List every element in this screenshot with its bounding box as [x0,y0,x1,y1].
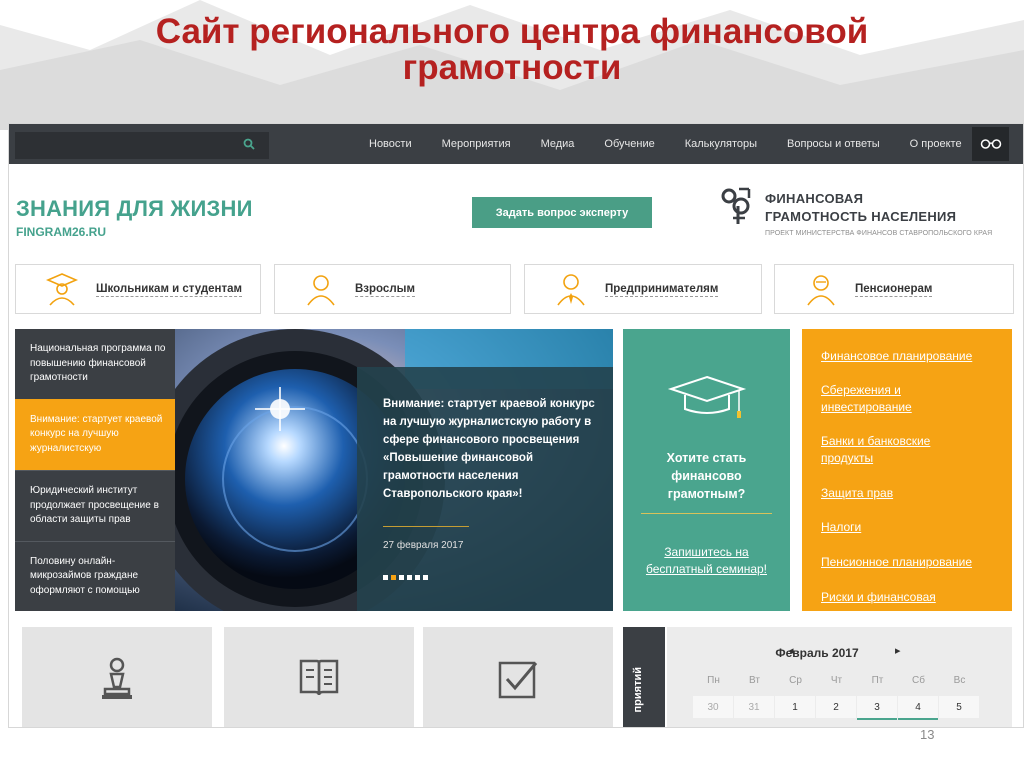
topic-link[interactable]: Пенсионное планирование [821,554,972,571]
slider-dot[interactable] [415,575,420,580]
elderly-person-icon [807,275,835,306]
tile-chess[interactable] [22,627,212,727]
audience-entrepreneurs[interactable]: Предпринимателям [524,264,762,314]
brand-name-line1: ФИНАНСОВАЯ [765,191,864,206]
top-navigation-bar: Новости Мероприятия Медиа Обучение Кальк… [9,124,1023,164]
events-tab-label: приятий [632,667,644,713]
site-logo-title[interactable]: ЗНАНИЯ ДЛЯ ЖИЗНИ [16,196,253,222]
search-icon[interactable] [243,138,255,150]
calendar-dates: 30 31 1 2 3 4 5 [693,696,980,720]
calendar-month: Февраль 2017 [775,646,859,660]
hero-divider [383,526,469,527]
site-logo-url: FINGRAM26.RU [16,225,107,239]
seminar-signup-link[interactable]: Запишитесь на бесплатный семинар! [623,544,790,578]
main-menu: Новости Мероприятия Медиа Обучение Кальк… [354,124,977,164]
graduate-icon [45,273,79,306]
nav-faq[interactable]: Вопросы и ответы [772,138,895,150]
calendar-weekdays: Пн Вт Ср Чт Пт Сб Вс [693,675,980,686]
calendar-next-arrow-icon[interactable]: ▸ [895,644,901,657]
hero-date: 27 февраля 2017 [383,540,464,551]
slider-pagination [383,575,428,580]
slider-dot-active[interactable] [391,575,396,580]
audience-pensioners[interactable]: Пенсионерам [774,264,1014,314]
slider-dot[interactable] [383,575,388,580]
topic-link[interactable]: Защита прав [821,485,893,502]
audience-entrepreneurs-label: Предпринимателям [605,282,719,297]
hero-slider[interactable]: Внимание: стартует краевой конкурс на лу… [175,329,613,611]
weekday-label: Чт [830,675,843,686]
news-item[interactable]: Юридический институт продолжает просвеще… [15,470,175,541]
audience-pensioners-label: Пенсионерам [855,282,933,297]
slider-dot[interactable] [423,575,428,580]
news-item[interactable]: Национальная программа по повышению фина… [15,329,175,399]
nav-media[interactable]: Медиа [526,138,590,150]
brand-subtitle: ПРОЕКТ МИНИСТЕРСТВА ФИНАНСОВ СТАВРОПОЛЬС… [765,230,993,237]
weekday-label: Пн [707,675,720,686]
adult-person-icon [307,275,335,306]
financial-literacy-logo-icon [721,187,751,224]
cta-title: Хотите стать финансово грамотным? [666,451,747,501]
hero-headline[interactable]: Внимание: стартует краевой конкурс на лу… [383,395,605,503]
calendar-day-event[interactable]: 3 [857,696,897,720]
calendar-day-event[interactable]: 4 [898,696,938,720]
graduation-cap-icon [667,375,747,418]
news-item-active[interactable]: Внимание: стартует краевой конкурс на лу… [15,399,175,470]
news-item[interactable]: Половину онлайн-микрозаймов граждане офо… [15,541,175,611]
weekday-label: Ср [789,675,802,686]
brand-name-line2: ГРАМОТНОСТЬ НАСЕЛЕНИЯ [765,209,957,224]
businessman-icon [557,274,585,306]
topics-menu: Финансовое планирование Сбережения и инв… [802,329,1012,611]
calendar-day[interactable]: 2 [816,696,856,718]
tile-checklist[interactable] [423,627,613,727]
open-book-icon [299,659,339,696]
slider-dot[interactable] [407,575,412,580]
weekday-label: Вт [749,675,760,686]
nav-about[interactable]: О проекте [895,138,977,150]
slider-dot[interactable] [399,575,404,580]
weekday-label: Пт [871,675,884,686]
ask-expert-button[interactable]: Задать вопрос эксперту [472,197,652,228]
audience-adults[interactable]: Взрослым [274,264,511,314]
topic-link[interactable]: Налоги [821,519,861,536]
weekday-label: Сб [912,675,925,686]
nav-calculators[interactable]: Калькуляторы [670,138,772,150]
calendar-day[interactable]: 5 [939,696,979,718]
seminar-signup-panel[interactable]: Хотите стать финансово грамотным? Запиши… [623,329,790,611]
news-list: Национальная программа по повышению фина… [15,329,175,611]
chess-pawn-icon [102,657,132,699]
audience-students-label: Школьникам и студентам [96,282,243,297]
tile-book[interactable] [224,627,414,727]
calendar-day[interactable]: 1 [775,696,815,718]
topic-link[interactable]: Риски и финансовая [821,589,936,606]
nav-events[interactable]: Мероприятия [427,138,526,150]
audience-students[interactable]: Школьникам и студентам [15,264,261,314]
events-tab[interactable] [623,627,665,727]
search-input[interactable] [15,132,269,159]
checkbox-icon [498,661,538,699]
slide-number: 13 [920,727,935,742]
calendar-day[interactable]: 31 [734,696,774,718]
topic-link[interactable]: Банки и банковские продукты [821,433,961,467]
topic-link[interactable]: Сбережения и инвестирование [821,382,941,416]
website-screenshot: Новости Мероприятия Медиа Обучение Кальк… [8,123,1024,728]
calendar-day[interactable]: 30 [693,696,733,718]
events-calendar: ◂ Февраль 2017 ▸ Пн Вт Ср Чт Пт Сб Вс 30… [667,627,1012,727]
glasses-icon [980,139,1001,149]
nav-education[interactable]: Обучение [589,138,669,150]
weekday-label: Вс [953,675,966,686]
nav-news[interactable]: Новости [354,138,427,150]
topic-link[interactable]: Финансовое планирование [821,348,972,365]
slide-title: Сайт регионального центра финансовой гра… [155,12,869,87]
audience-adults-label: Взрослым [355,282,415,297]
cta-divider [641,513,772,514]
accessibility-button[interactable] [972,127,1009,161]
